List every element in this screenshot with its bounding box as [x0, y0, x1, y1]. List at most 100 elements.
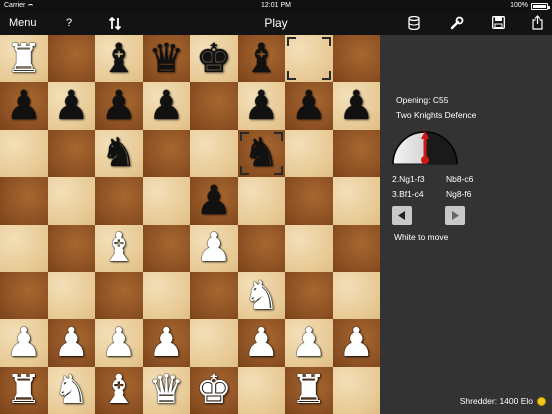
white-rook-icon[interactable]: ♜: [291, 370, 327, 410]
square-f8[interactable]: ♝: [237, 35, 285, 83]
square-a7[interactable]: ♟: [0, 82, 48, 130]
square-b4[interactable]: [47, 224, 95, 272]
square-e7[interactable]: [190, 82, 238, 130]
square-h8[interactable]: [332, 35, 380, 83]
white-pawn-icon[interactable]: ♟: [338, 323, 374, 363]
wrench-icon[interactable]: [450, 16, 464, 31]
square-g4[interactable]: [285, 224, 333, 272]
square-a6[interactable]: [0, 129, 48, 178]
square-b2[interactable]: ♟: [47, 319, 95, 367]
square-a5[interactable]: [0, 177, 48, 225]
black-knight-icon[interactable]: ♞: [101, 133, 137, 173]
square-h3[interactable]: [332, 271, 380, 320]
square-c5[interactable]: [95, 177, 143, 225]
black-pawn-icon[interactable]: ♟: [291, 86, 327, 126]
save-icon[interactable]: [492, 16, 505, 31]
square-g6[interactable]: [285, 129, 333, 178]
white-queen-icon[interactable]: ♛: [148, 370, 184, 410]
square-g2[interactable]: ♟: [285, 319, 333, 367]
black-king-icon[interactable]: ♚: [196, 39, 232, 79]
square-h7[interactable]: ♟: [332, 82, 380, 130]
square-h1[interactable]: [332, 366, 380, 414]
square-c8[interactable]: ♝: [95, 35, 143, 83]
square-d2[interactable]: ♟: [142, 319, 190, 367]
square-a2[interactable]: ♟: [0, 319, 48, 367]
square-h4[interactable]: [332, 224, 380, 272]
black-queen-icon[interactable]: ♛: [148, 39, 184, 79]
white-pawn-icon[interactable]: ♟: [101, 323, 137, 363]
square-c6[interactable]: ♞: [95, 129, 143, 178]
help-button[interactable]: ?: [66, 12, 72, 35]
black-move[interactable]: Ng8-f6: [446, 187, 500, 202]
engine-info[interactable]: Shredder: 1400 Elo: [460, 396, 546, 406]
square-d4[interactable]: [142, 224, 190, 272]
square-e1[interactable]: ♚: [190, 366, 238, 414]
white-bishop-icon[interactable]: ♝: [101, 370, 137, 410]
black-move[interactable]: Nb8-c6: [446, 172, 500, 187]
square-e6[interactable]: [190, 129, 238, 178]
white-pawn-icon[interactable]: ♟: [148, 323, 184, 363]
black-pawn-icon[interactable]: ♟: [243, 86, 279, 126]
square-f2[interactable]: ♟: [237, 319, 285, 367]
square-b7[interactable]: ♟: [47, 82, 95, 130]
white-knight-icon[interactable]: ♞: [243, 276, 279, 316]
square-d5[interactable]: [142, 177, 190, 225]
square-g1[interactable]: ♜: [285, 366, 333, 414]
white-move[interactable]: 3.Bf1-c4: [392, 187, 446, 202]
square-g3[interactable]: [285, 271, 333, 320]
black-pawn-icon[interactable]: ♟: [338, 86, 374, 126]
black-bishop-icon[interactable]: ♝: [101, 39, 137, 79]
black-pawn-icon[interactable]: ♟: [53, 86, 89, 126]
square-f1[interactable]: [237, 366, 285, 414]
database-icon[interactable]: [408, 16, 420, 31]
menu-button[interactable]: Menu: [9, 12, 37, 35]
black-pawn-icon[interactable]: ♟: [101, 86, 137, 126]
square-f7[interactable]: ♟: [237, 82, 285, 130]
square-f6[interactable]: ♞: [237, 129, 285, 178]
white-knight-icon[interactable]: ♞: [53, 370, 89, 410]
black-knight-icon[interactable]: ♞: [243, 133, 279, 173]
white-pawn-icon[interactable]: ♟: [291, 323, 327, 363]
square-e4[interactable]: ♟: [190, 224, 238, 272]
square-h6[interactable]: [332, 129, 380, 178]
square-d3[interactable]: [142, 271, 190, 320]
next-move-button[interactable]: [445, 206, 465, 225]
square-g8[interactable]: [285, 35, 333, 83]
square-d1[interactable]: ♛: [142, 366, 190, 414]
white-rook-icon[interactable]: ♜: [6, 39, 42, 79]
square-a4[interactable]: [0, 224, 48, 272]
square-e3[interactable]: [190, 271, 238, 320]
black-pawn-icon[interactable]: ♟: [196, 181, 232, 221]
square-c1[interactable]: ♝: [95, 366, 143, 414]
square-h5[interactable]: [332, 177, 380, 225]
square-f3[interactable]: ♞: [237, 271, 285, 320]
square-f4[interactable]: [237, 224, 285, 272]
swap-arrows-icon[interactable]: [109, 17, 121, 31]
white-pawn-icon[interactable]: ♟: [53, 323, 89, 363]
square-h2[interactable]: ♟: [332, 319, 380, 367]
black-bishop-icon[interactable]: ♝: [243, 39, 279, 79]
white-rook-icon[interactable]: ♜: [6, 370, 42, 410]
white-move[interactable]: 2.Ng1-f3: [392, 172, 446, 187]
black-pawn-icon[interactable]: ♟: [148, 86, 184, 126]
square-b6[interactable]: [47, 129, 95, 178]
square-a3[interactable]: [0, 271, 48, 320]
square-g5[interactable]: [285, 177, 333, 225]
square-e2[interactable]: [190, 319, 238, 367]
square-a8[interactable]: ♜: [0, 35, 48, 83]
black-pawn-icon[interactable]: ♟: [6, 86, 42, 126]
square-d8[interactable]: ♛: [142, 35, 190, 83]
square-d7[interactable]: ♟: [142, 82, 190, 130]
square-b1[interactable]: ♞: [47, 366, 95, 414]
square-c2[interactable]: ♟: [95, 319, 143, 367]
square-c7[interactable]: ♟: [95, 82, 143, 130]
white-pawn-icon[interactable]: ♟: [196, 228, 232, 268]
square-b8[interactable]: [47, 35, 95, 83]
square-d6[interactable]: [142, 129, 190, 178]
square-b3[interactable]: [47, 271, 95, 320]
square-c3[interactable]: [95, 271, 143, 320]
white-pawn-icon[interactable]: ♟: [6, 323, 42, 363]
square-a1[interactable]: ♜: [0, 366, 48, 414]
square-b5[interactable]: [47, 177, 95, 225]
white-bishop-icon[interactable]: ♝: [101, 228, 137, 268]
